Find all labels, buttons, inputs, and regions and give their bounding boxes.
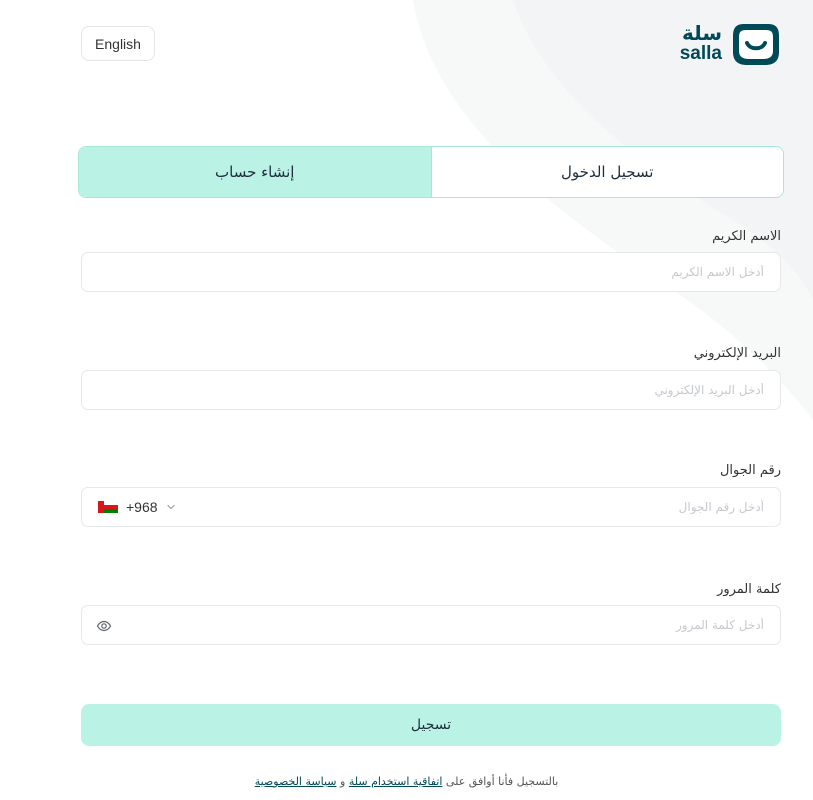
tab-login[interactable]: تسجيل الدخول xyxy=(430,147,783,197)
terms-notice: بالتسجيل فأنا أوافق على اتفاقية استخدام … xyxy=(0,775,813,788)
country-code-selector[interactable]: +968 xyxy=(98,488,176,526)
email-input[interactable] xyxy=(82,371,780,409)
auth-tabs: تسجيل الدخول إنشاء حساب xyxy=(78,146,784,198)
name-input[interactable] xyxy=(82,253,780,291)
chevron-down-icon xyxy=(166,504,175,510)
country-code: +968 xyxy=(126,499,158,515)
eye-icon[interactable] xyxy=(96,618,112,634)
terms-conjunction: و xyxy=(340,775,346,788)
salla-bag-icon xyxy=(733,24,779,65)
email-field-container xyxy=(81,370,781,410)
logo-arabic-text: سلة xyxy=(682,21,722,45)
phone-field-container: +968 xyxy=(81,487,781,527)
terms-prefix: بالتسجيل فأنا أوافق على xyxy=(445,775,559,788)
phone-label: رقم الجوال xyxy=(719,463,781,478)
usage-agreement-link[interactable]: اتفاقية استخدام سلة xyxy=(349,775,443,788)
name-field-container xyxy=(81,252,781,292)
logo-latin-text: salla xyxy=(679,43,722,64)
name-label: الاسم الكريم xyxy=(712,229,781,244)
password-input[interactable] xyxy=(82,606,780,644)
tab-register[interactable]: إنشاء حساب xyxy=(79,147,431,197)
phone-input[interactable] xyxy=(82,488,780,526)
register-submit-button[interactable]: تسجيل xyxy=(81,704,781,746)
privacy-policy-link[interactable]: سياسة الخصوصية xyxy=(255,775,337,788)
password-label: كلمة المرور xyxy=(717,582,781,597)
oman-flag-icon xyxy=(98,501,118,513)
salla-logo[interactable]: سلة salla xyxy=(670,18,782,68)
password-field-container xyxy=(81,605,781,645)
email-label: البريد الإلكتروني xyxy=(693,346,781,361)
logo-wordmark: سلة salla xyxy=(670,23,722,63)
language-toggle-button[interactable]: English xyxy=(81,26,155,61)
